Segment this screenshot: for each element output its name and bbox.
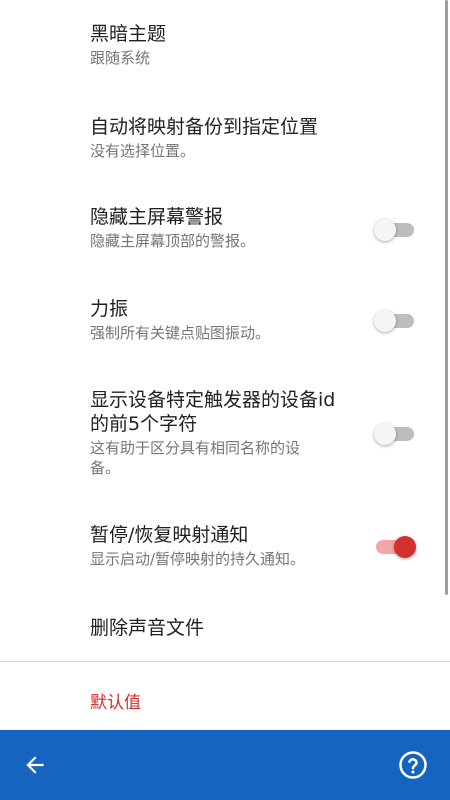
pref-hide-home-alert-title: 隐藏主屏幕警报 bbox=[90, 206, 224, 228]
pref-hide-home-alert-summary: 隐藏主屏幕顶部的警报。 bbox=[90, 232, 256, 250]
pause-notification-switch[interactable] bbox=[374, 533, 418, 561]
pref-auto-backup-title: 自动将映射备份到指定位置 bbox=[90, 116, 319, 138]
pref-dark-theme-title: 黑暗主题 bbox=[90, 23, 167, 45]
pref-auto-backup-summary: 没有选择位置。 bbox=[90, 142, 196, 160]
help-circle-icon bbox=[399, 751, 427, 779]
section-divider bbox=[0, 661, 450, 662]
pref-show-device-id-title-line2: 的前5个字符 bbox=[90, 413, 198, 435]
hide-home-alert-switch[interactable] bbox=[374, 216, 418, 244]
back-button[interactable] bbox=[17, 747, 53, 783]
pref-show-device-id-summary-line1: 这有助于区分具有相同名称的设 bbox=[90, 439, 301, 457]
pref-pause-notification[interactable]: 暂停/恢复映射通知 显示启动/暂停映射的持久通知。 bbox=[90, 523, 350, 569]
pref-delete-sounds-title: 删除声音文件 bbox=[90, 617, 205, 639]
pref-pause-notification-summary: 显示启动/暂停映射的持久通知。 bbox=[90, 550, 306, 568]
arrow-left-icon bbox=[26, 756, 44, 774]
pref-dark-theme[interactable]: 黑暗主题 跟随系统 bbox=[90, 22, 420, 68]
pref-force-vibrate-summary: 强制所有关键点贴图振动。 bbox=[90, 324, 271, 342]
reset-defaults-button[interactable]: 默认值 bbox=[90, 692, 141, 714]
force-vibrate-switch[interactable] bbox=[374, 307, 418, 335]
settings-screen: 黑暗主题 跟随系统 自动将映射备份到指定位置 没有选择位置。 隐藏主屏幕警报 隐… bbox=[0, 0, 450, 800]
show-device-id-switch[interactable] bbox=[374, 420, 418, 448]
pref-show-device-id[interactable]: 显示设备特定触发器的设备id 的前5个字符 这有助于区分具有相同名称的设 备。 bbox=[90, 388, 390, 478]
settings-list: 黑暗主题 跟随系统 自动将映射备份到指定位置 没有选择位置。 隐藏主屏幕警报 隐… bbox=[0, 0, 450, 730]
switch-thumb bbox=[394, 536, 416, 558]
scrollbar[interactable] bbox=[445, 0, 448, 595]
pref-force-vibrate[interactable]: 力振 强制所有关键点贴图振动。 bbox=[90, 297, 350, 343]
help-button[interactable] bbox=[395, 747, 431, 783]
pref-force-vibrate-title: 力振 bbox=[90, 298, 129, 320]
pref-dark-theme-summary: 跟随系统 bbox=[90, 49, 151, 67]
bottom-app-bar bbox=[0, 730, 450, 800]
pref-pause-notification-title: 暂停/恢复映射通知 bbox=[90, 524, 249, 546]
pref-auto-backup[interactable]: 自动将映射备份到指定位置 没有选择位置。 bbox=[90, 115, 420, 161]
pref-show-device-id-title-line1: 显示设备特定触发器的设备id bbox=[90, 389, 336, 411]
switch-thumb bbox=[374, 219, 396, 241]
switch-thumb bbox=[374, 310, 396, 332]
pref-show-device-id-summary-line2: 备。 bbox=[90, 459, 121, 477]
pref-hide-home-alert[interactable]: 隐藏主屏幕警报 隐藏主屏幕顶部的警报。 bbox=[90, 205, 350, 251]
pref-delete-sounds[interactable]: 删除声音文件 bbox=[90, 616, 420, 640]
switch-thumb bbox=[374, 423, 396, 445]
